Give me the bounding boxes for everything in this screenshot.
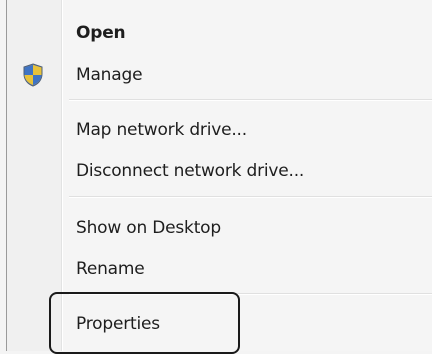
menu-item-label: Disconnect network drive... bbox=[76, 161, 305, 181]
menu-item-open[interactable]: Open bbox=[7, 15, 432, 51]
menu-separator bbox=[69, 196, 432, 198]
menu-item-manage[interactable]: Manage bbox=[7, 57, 432, 93]
uac-shield-icon bbox=[21, 63, 45, 87]
properties-highlight-box bbox=[49, 292, 240, 354]
menu-item-label: Show on Desktop bbox=[76, 218, 221, 238]
menu-item-label: Open bbox=[76, 23, 126, 43]
menu-item-show-on-desktop[interactable]: Show on Desktop bbox=[7, 210, 432, 246]
context-menu: Open Manage Map network drive... Disconn… bbox=[6, 0, 432, 354]
menu-item-disconnect-network-drive[interactable]: Disconnect network drive... bbox=[7, 153, 432, 189]
menu-separator bbox=[69, 99, 432, 101]
menu-item-label: Manage bbox=[76, 65, 143, 85]
menu-item-label: Map network drive... bbox=[76, 120, 247, 140]
menu-item-rename[interactable]: Rename bbox=[7, 251, 432, 287]
menu-item-map-network-drive[interactable]: Map network drive... bbox=[7, 112, 432, 148]
menu-item-label: Rename bbox=[76, 259, 145, 279]
